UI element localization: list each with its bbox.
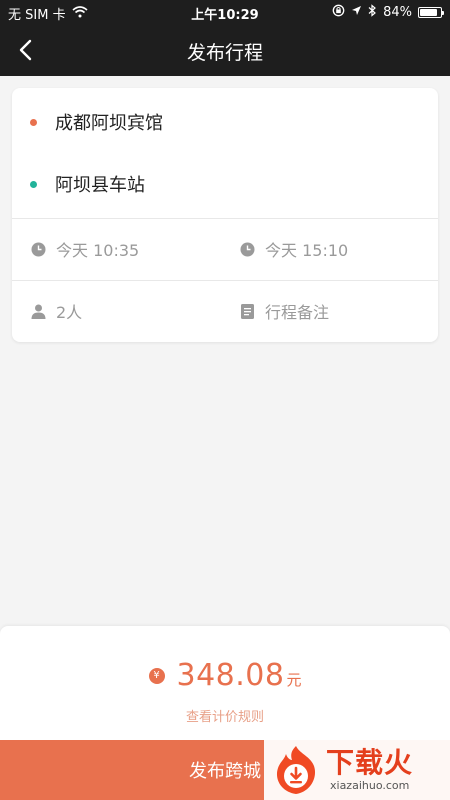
battery-level <box>420 9 437 16</box>
note-icon <box>239 303 255 319</box>
arrive-time-text: 今天 15:10 <box>265 241 349 260</box>
destination-text: 阿坝县车站 <box>55 175 145 196</box>
person-icon <box>30 303 46 319</box>
battery-percent: 84% <box>383 5 412 20</box>
trip-card: 成都阿坝宾馆 阿坝县车站 今天 10:35 今天 15:10 2人 行程备注 <box>12 88 438 342</box>
status-right: 84% <box>332 4 444 21</box>
destination-dot-icon <box>30 180 37 188</box>
page-title: 发布行程 <box>186 42 263 64</box>
watermark-url: xiazaihuo.com <box>330 779 410 792</box>
passenger-notes-row: 2人 行程备注 <box>12 281 438 341</box>
clock-icon <box>30 241 46 257</box>
watermark-text-group: 下载火 xiazaihuo.com <box>326 747 413 793</box>
bluetooth-icon <box>368 4 377 21</box>
location-arrow-icon <box>351 5 362 20</box>
orientation-lock-icon <box>332 4 345 21</box>
time-row: 今天 10:35 今天 15:10 <box>12 219 438 279</box>
arrive-time-field[interactable]: 今天 15:10 <box>225 219 438 279</box>
watermark: 下载火 xiazaihuo.com <box>264 740 450 800</box>
clock-icon <box>239 241 255 257</box>
price-amount: 348.08 <box>176 658 285 693</box>
navigation-bar: 发布行程 <box>0 24 450 76</box>
battery-icon <box>418 7 444 18</box>
status-bar: 无 SIM 卡 上午10:29 84% <box>0 0 450 24</box>
yen-icon: ¥ <box>148 667 165 684</box>
origin-text: 成都阿坝宾馆 <box>55 113 163 134</box>
flame-logo-icon <box>276 746 316 794</box>
depart-time-field[interactable]: 今天 10:35 <box>12 219 225 279</box>
depart-time-text: 今天 10:35 <box>56 241 140 260</box>
destination-row[interactable]: 阿坝县车站 <box>12 154 438 214</box>
passenger-count-field[interactable]: 2人 <box>12 281 225 341</box>
passenger-count-text: 2人 <box>56 303 83 322</box>
watermark-title: 下载火 <box>326 746 414 779</box>
origin-dot-icon <box>30 118 37 126</box>
origin-row[interactable]: 成都阿坝宾馆 <box>12 92 438 152</box>
trip-notes-field[interactable]: 行程备注 <box>225 281 438 341</box>
pricing-rules-link[interactable]: 查看计价规则 <box>0 706 450 725</box>
price-unit: 元 <box>286 671 302 689</box>
price-line: ¥ 348.08 元 <box>0 658 450 693</box>
trip-notes-placeholder: 行程备注 <box>265 303 330 322</box>
